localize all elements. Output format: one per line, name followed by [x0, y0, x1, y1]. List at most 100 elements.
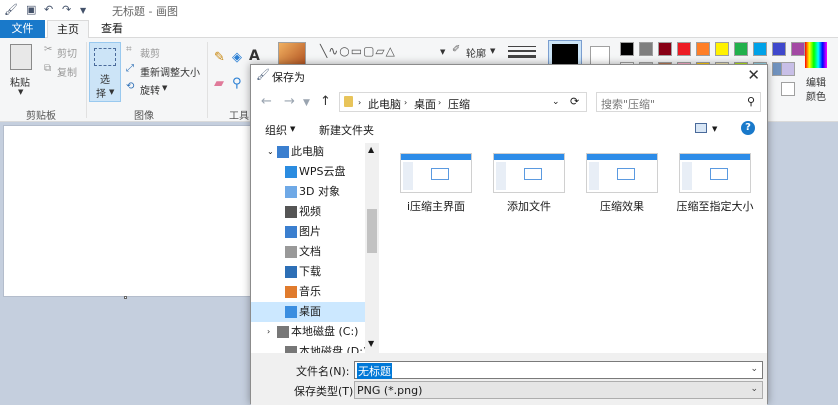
color-picker-icon[interactable]: ⚲ — [232, 76, 242, 91]
file-name: 压缩效果 — [600, 200, 644, 213]
scroll-down-icon[interactable]: ▼ — [368, 339, 374, 348]
edit-colors-button[interactable]: 编辑 — [806, 74, 826, 89]
tree-scrollbar[interactable]: ▲ ▼ — [365, 143, 379, 353]
back-arrow-icon[interactable]: ← — [261, 94, 272, 109]
pencil-icon[interactable]: ✎ — [214, 50, 225, 65]
color-swatch[interactable] — [639, 42, 653, 56]
tab-view[interactable]: 查看 — [92, 20, 132, 38]
color-swatch[interactable] — [715, 42, 729, 56]
breadcrumb-this-pc[interactable]: 此电脑 — [368, 96, 401, 112]
color-swatch[interactable] — [620, 42, 634, 56]
new-folder-button[interactable]: 新建文件夹 — [319, 122, 374, 138]
expand-icon[interactable]: ⌄ — [267, 143, 274, 162]
copy-icon[interactable]: ⧉ — [44, 63, 51, 74]
refresh-icon[interactable]: ⟳ — [570, 95, 579, 108]
shapes-gallery[interactable]: ╲∿○▭▢▱△ — [320, 44, 396, 58]
address-dropdown-icon[interactable]: ⌄ — [552, 97, 560, 107]
paste-button[interactable]: 粘贴 — [10, 74, 30, 89]
undo-icon[interactable]: ↶ — [44, 3, 53, 16]
tab-home[interactable]: 主页 — [47, 20, 89, 39]
search-icon[interactable]: ⚲ — [747, 95, 755, 108]
filename-field[interactable]: 无标题 ⌄ — [354, 361, 763, 379]
color-swatch[interactable] — [734, 42, 748, 56]
canvas-resize-handle[interactable] — [124, 296, 127, 299]
color-swatch[interactable] — [781, 62, 795, 76]
view-dropdown-icon[interactable]: ▼ — [712, 125, 717, 133]
organize-button[interactable]: 组织 — [265, 122, 287, 138]
copy-button[interactable]: 复制 — [57, 64, 77, 79]
tree-scroll-thumb[interactable] — [367, 209, 377, 253]
up-arrow-icon[interactable]: ↑ — [320, 94, 331, 109]
filename-dropdown-icon[interactable]: ⌄ — [750, 364, 758, 374]
tree-item[interactable]: 文档 — [251, 242, 369, 262]
close-icon[interactable]: ✕ — [747, 66, 760, 84]
scroll-up-icon[interactable]: ▲ — [368, 145, 374, 154]
crop-icon[interactable]: ⌗ — [126, 44, 132, 55]
tree-item[interactable]: 桌面 — [251, 302, 369, 322]
customize-toolbar-icon[interactable]: ▼ — [80, 6, 86, 15]
recent-locations-icon[interactable]: ▼ — [303, 98, 310, 108]
color-swatch[interactable] — [781, 82, 795, 96]
file-item[interactable]: 添加文件 — [489, 153, 569, 213]
color-swatch[interactable] — [791, 42, 805, 56]
search-box[interactable]: 搜索"压缩" ⚲ — [596, 92, 761, 112]
color-swatch[interactable] — [658, 42, 672, 56]
file-thumbnail — [493, 153, 565, 193]
tree-item[interactable]: 图片 — [251, 222, 369, 242]
cut-button[interactable]: 剪切 — [57, 45, 77, 60]
outline-button[interactable]: 轮廓 — [466, 45, 486, 60]
file-item[interactable]: 压缩至指定大小 — [675, 153, 755, 213]
resize-icon[interactable]: ⤢ — [126, 63, 134, 74]
drawing-canvas[interactable] — [4, 126, 250, 296]
tree-item[interactable]: 下载 — [251, 262, 369, 282]
organize-dropdown-icon[interactable]: ▼ — [290, 125, 295, 133]
scissors-icon[interactable]: ✂ — [44, 44, 52, 55]
text-tool-icon[interactable]: A — [249, 48, 260, 64]
collapse-icon[interactable]: › — [267, 322, 270, 342]
tree-item[interactable]: 3D 对象 — [251, 182, 369, 202]
color-swatch[interactable] — [753, 42, 767, 56]
color-swatch[interactable] — [772, 42, 786, 56]
outline-dropdown-icon[interactable]: ▼ — [490, 47, 495, 55]
tree-item[interactable]: 本地磁盘 (D:) — [251, 342, 369, 353]
select-button[interactable]: 选 择 ▼ — [89, 42, 121, 102]
redo-icon[interactable]: ↷ — [62, 3, 71, 16]
edit-colors-icon[interactable] — [805, 42, 827, 68]
save-icon[interactable]: ▣ — [26, 3, 36, 16]
tree-item[interactable]: › 本地磁盘 (C:) — [251, 322, 369, 342]
help-icon[interactable]: ? — [741, 121, 755, 135]
color-swatch[interactable] — [696, 42, 710, 56]
tree-item[interactable]: WPS云盘 — [251, 162, 369, 182]
crop-button[interactable]: 裁剪 — [140, 45, 160, 60]
tree-item[interactable]: 音乐 — [251, 282, 369, 302]
paste-icon[interactable] — [10, 44, 32, 70]
rotate-dropdown-icon[interactable]: ▼ — [162, 84, 167, 92]
file-item[interactable]: 压缩效果 — [582, 153, 662, 213]
filetype-select[interactable]: PNG (*.png) ⌄ — [354, 381, 763, 399]
filetype-dropdown-icon[interactable]: ⌄ — [750, 384, 758, 394]
breadcrumb-compress[interactable]: 压缩 — [448, 96, 470, 112]
address-bar[interactable]: › 此电脑 › 桌面 › 压缩 ⌄ ⟳ — [339, 92, 587, 112]
fill-bucket-icon[interactable]: ◈ — [232, 50, 242, 65]
rotate-icon[interactable]: ⟲ — [126, 81, 134, 92]
tree-item[interactable]: ⌄ 此电脑 — [251, 143, 369, 162]
resize-button[interactable]: 重新调整大小 — [140, 64, 200, 79]
view-options-icon[interactable] — [695, 123, 707, 133]
breadcrumb-desktop[interactable]: 桌面 — [414, 96, 436, 112]
search-input[interactable]: 搜索"压缩" — [601, 96, 655, 112]
size-icon[interactable] — [508, 46, 536, 60]
image-group-label: 图像 — [134, 111, 154, 122]
tree-item-label: 下载 — [299, 265, 321, 278]
file-item[interactable]: i压缩主界面 — [396, 153, 476, 213]
eraser-icon[interactable]: ▰ — [214, 76, 224, 91]
tab-file[interactable]: 文件 — [0, 20, 45, 38]
color2-button[interactable] — [590, 46, 610, 66]
filename-input[interactable]: 无标题 — [357, 363, 392, 379]
paste-dropdown-icon[interactable]: ▼ — [18, 88, 23, 96]
color-swatch[interactable] — [677, 42, 691, 56]
tree-item[interactable]: 视频 — [251, 202, 369, 222]
rotate-button[interactable]: 旋转 — [140, 82, 160, 97]
forward-arrow-icon[interactable]: → — [284, 94, 295, 109]
shapes-scroll-icon[interactable]: ▼ — [440, 48, 445, 56]
outline-icon[interactable]: ✐ — [452, 44, 460, 55]
